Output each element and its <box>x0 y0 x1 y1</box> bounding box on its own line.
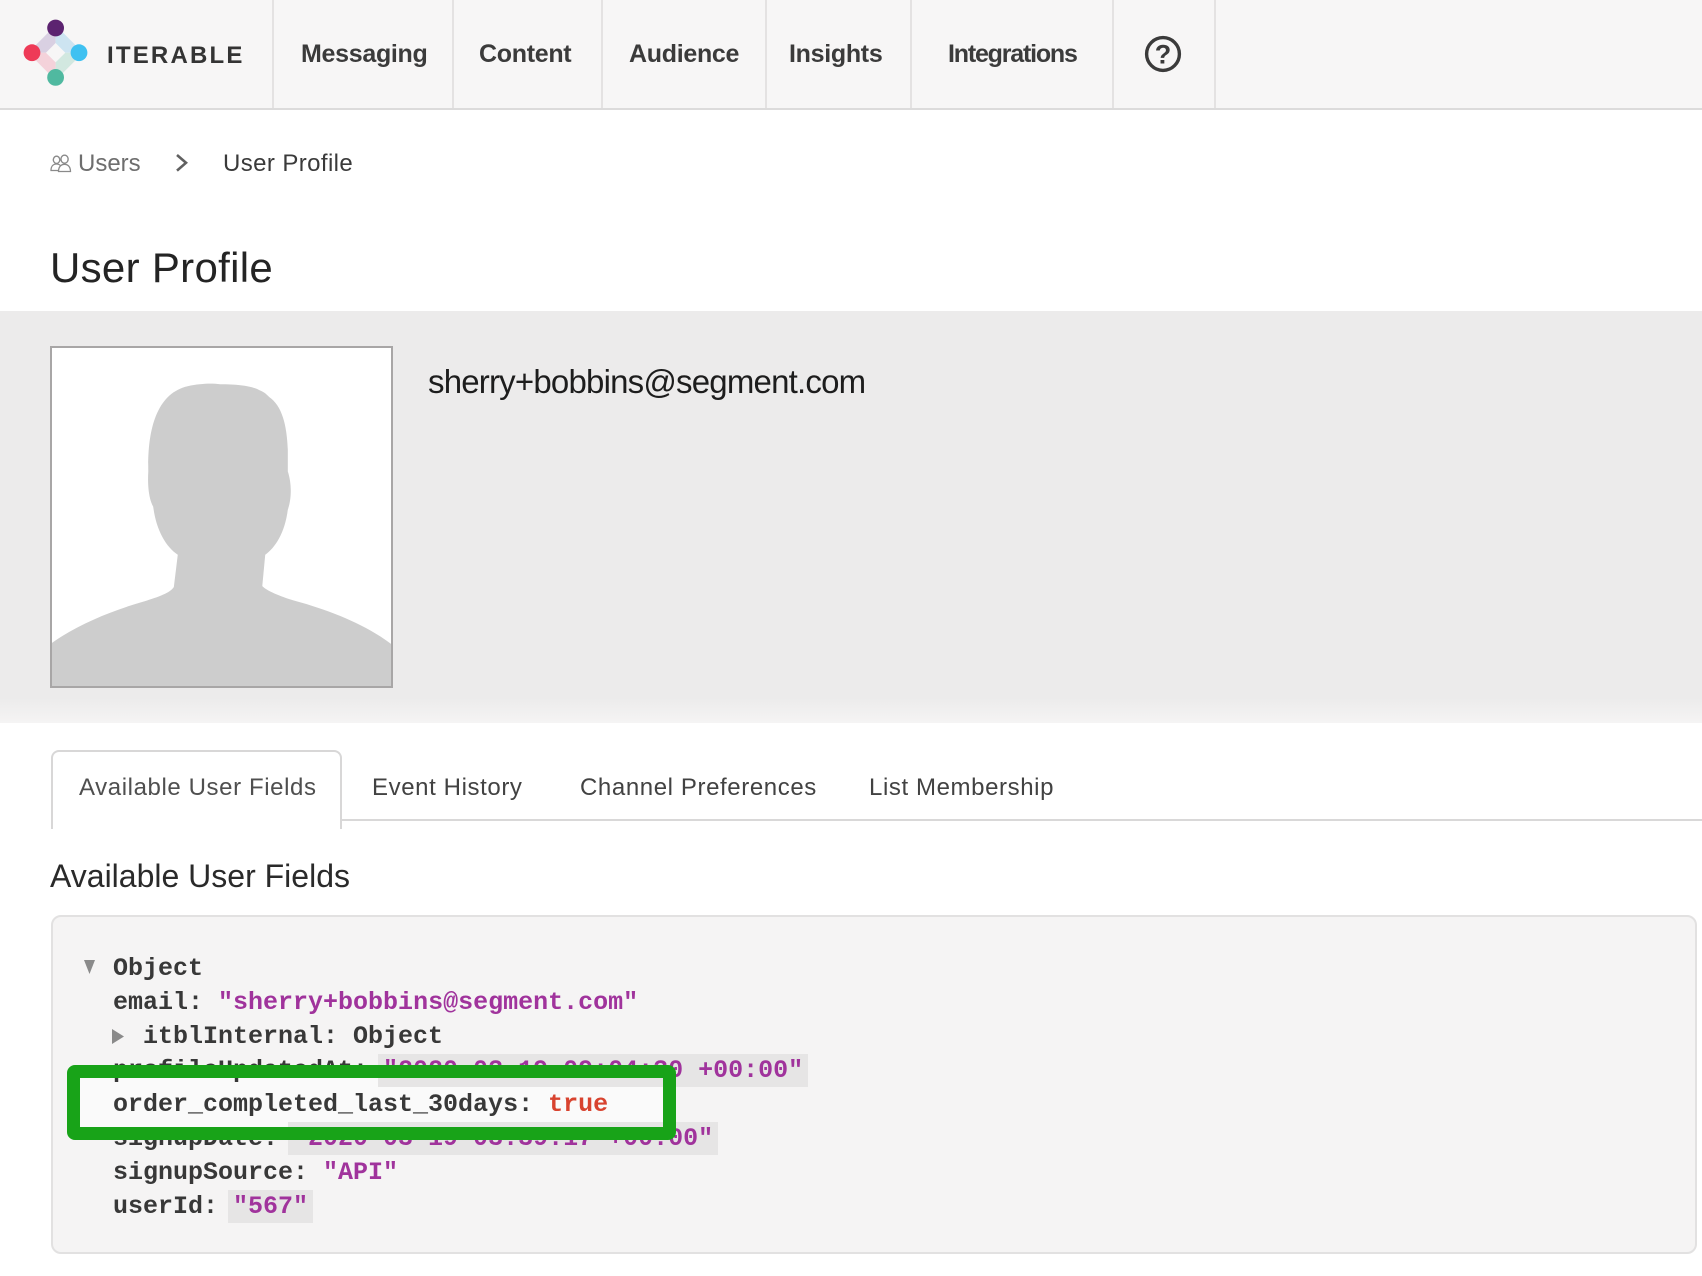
svg-text:?: ? <box>1155 40 1172 70</box>
